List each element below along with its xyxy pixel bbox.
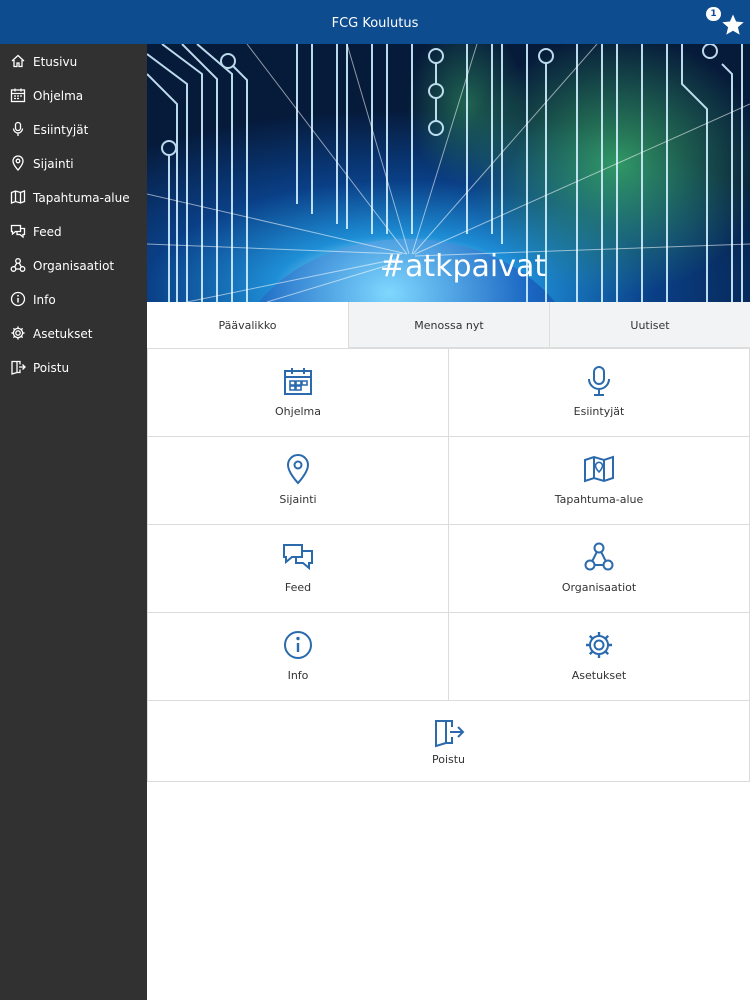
sidebar-item-ohjelma[interactable]: Ohjelma	[0, 79, 147, 113]
sidebar-item-label: Poistu	[33, 361, 70, 375]
sidebar-item-label: Ohjelma	[33, 89, 84, 103]
tile-sijainti[interactable]: Sijainti	[147, 436, 449, 525]
sidebar-item-etusivu[interactable]: Etusivu	[0, 45, 147, 79]
chat-icon	[283, 544, 313, 571]
sidebar-item-label: Feed	[33, 225, 62, 239]
gear-icon	[586, 632, 612, 658]
hero-image: #atkpaivat	[147, 44, 750, 302]
tile-tapahtuma-alue[interactable]: Tapahtuma-alue	[448, 436, 750, 525]
hero-hashtag: #atkpaivat	[380, 249, 547, 284]
tab-uutiset[interactable]: Uutiset	[549, 302, 750, 348]
tile-label: Organisaatiot	[561, 581, 637, 594]
sidebar-item-sijainti[interactable]: Sijainti	[0, 147, 147, 181]
gear-icon	[11, 326, 25, 340]
sidebar: Etusivu Ohjelma Esiintyjät Sijainti Tapa…	[0, 44, 147, 1000]
network-icon	[584, 542, 614, 571]
sidebar-item-label: Info	[33, 293, 56, 307]
favorites-button[interactable]: 1	[700, 4, 750, 44]
chat-icon	[10, 224, 26, 239]
info-icon	[10, 291, 26, 307]
tile-label: Sijainti	[279, 493, 317, 506]
sidebar-item-poistu[interactable]: Poistu	[0, 351, 147, 385]
sidebar-item-label: Organisaatiot	[33, 259, 115, 273]
star-icon	[722, 14, 744, 35]
map-icon	[584, 455, 614, 483]
main-menu-grid: Ohjelma Esiintyjät Sijainti Tapahtuma-al…	[147, 348, 750, 782]
exit-icon	[11, 360, 26, 375]
tile-label: Asetukset	[571, 669, 627, 682]
calendar-icon	[10, 88, 26, 103]
sidebar-item-label: Tapahtuma-alue	[33, 191, 130, 205]
sidebar-item-asetukset[interactable]: Asetukset	[0, 317, 147, 351]
tile-label: Ohjelma	[275, 405, 321, 418]
sidebar-item-info[interactable]: Info	[0, 283, 147, 317]
info-icon	[284, 631, 312, 659]
network-icon	[10, 258, 26, 272]
exit-icon	[434, 720, 464, 748]
tile-feed[interactable]: Feed	[147, 524, 449, 613]
hero-banner: #atkpaivat	[147, 44, 750, 302]
tab-paavalikko[interactable]: Päävalikko	[147, 302, 348, 348]
location-pin-icon	[12, 155, 24, 171]
app-header: FCG Koulutus 1	[0, 0, 750, 44]
tab-menossa-nyt[interactable]: Menossa nyt	[348, 302, 549, 348]
tile-ohjelma[interactable]: Ohjelma	[147, 348, 449, 437]
microphone-icon	[588, 366, 610, 396]
tile-esiintyjat[interactable]: Esiintyjät	[448, 348, 750, 437]
sidebar-item-feed[interactable]: Feed	[0, 215, 147, 249]
sidebar-item-label: Etusivu	[33, 55, 78, 69]
sidebar-item-esiintyjat[interactable]: Esiintyjät	[0, 113, 147, 147]
sidebar-item-label: Sijainti	[33, 157, 74, 171]
tile-info[interactable]: Info	[147, 612, 449, 701]
location-pin-icon	[286, 454, 310, 485]
tile-label: Esiintyjät	[573, 405, 625, 418]
sidebar-item-organisaatiot[interactable]: Organisaatiot	[0, 249, 147, 283]
sidebar-item-tapahtuma-alue[interactable]: Tapahtuma-alue	[0, 181, 147, 215]
tile-poistu[interactable]: Poistu	[147, 700, 750, 782]
tile-label: Tapahtuma-alue	[554, 493, 644, 506]
tab-bar: Päävalikko Menossa nyt Uutiset	[147, 302, 750, 348]
sidebar-item-label: Esiintyjät	[33, 123, 89, 137]
app-title: FCG Koulutus	[331, 16, 419, 31]
calendar-icon	[284, 368, 312, 395]
favorites-count-badge: 1	[706, 7, 721, 21]
tile-asetukset[interactable]: Asetukset	[448, 612, 750, 701]
tile-label: Poistu	[431, 753, 466, 766]
map-icon	[10, 190, 26, 204]
home-icon	[11, 54, 25, 68]
tile-organisaatiot[interactable]: Organisaatiot	[448, 524, 750, 613]
microphone-icon	[12, 121, 24, 136]
tile-label: Info	[287, 669, 309, 682]
sidebar-item-label: Asetukset	[33, 327, 93, 341]
tile-label: Feed	[284, 581, 312, 594]
